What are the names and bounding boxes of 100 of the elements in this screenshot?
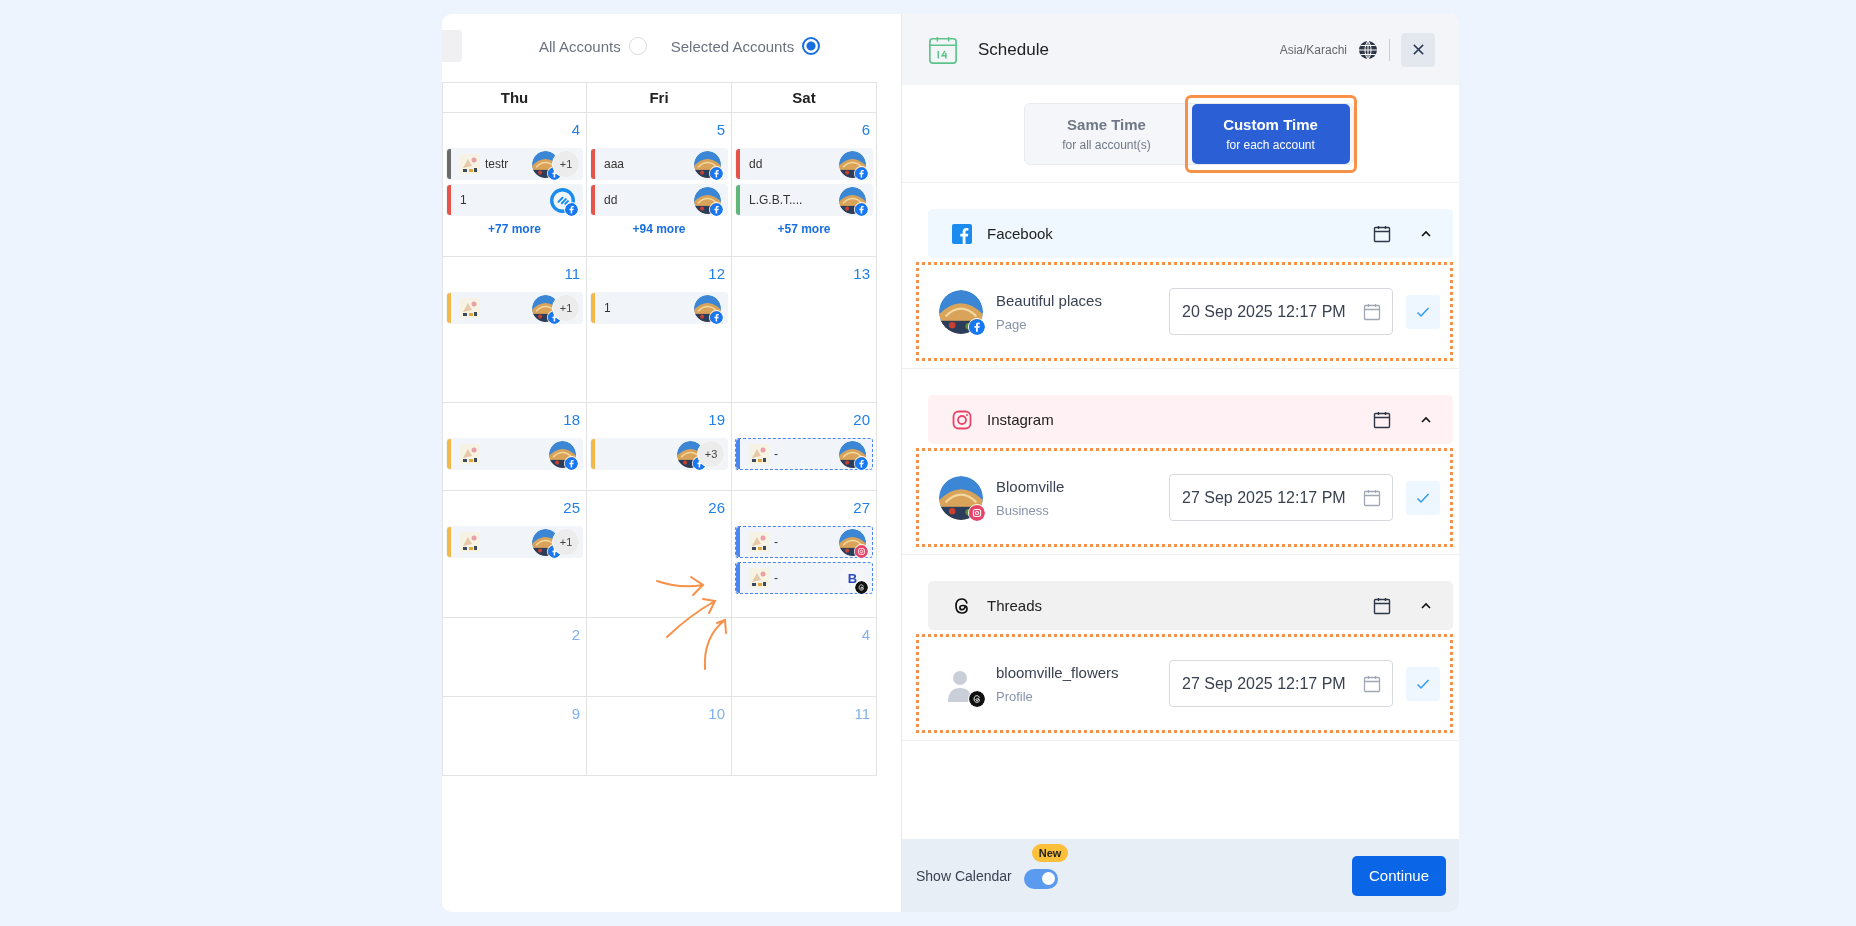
calendar-event[interactable]: - B	[735, 562, 873, 594]
timezone-label: Asia/Karachi	[1279, 42, 1347, 57]
date-time-field[interactable]: 27 Sep 2025 12:17 PM	[1169, 474, 1393, 521]
facebook-icon	[854, 165, 869, 181]
calendar-day-cell[interactable]: 20 -	[731, 403, 876, 491]
date-number: 4	[861, 625, 871, 645]
calendar-event[interactable]: aaa	[590, 148, 728, 180]
calendar-day-cell[interactable]: 11 +1	[442, 257, 586, 403]
calendar-day-cell[interactable]: 19 +3	[586, 403, 731, 491]
continue-button[interactable]: Continue	[1351, 855, 1446, 896]
account-type: Business	[996, 502, 1050, 518]
account-type: Profile	[996, 688, 1034, 704]
more-link[interactable]: +77 more	[487, 222, 541, 236]
date-number: 20	[853, 410, 871, 430]
calendar-icon[interactable]	[1372, 223, 1392, 244]
more-link[interactable]: +57 more	[777, 222, 831, 236]
extra-count: +1	[552, 528, 580, 556]
calendar-day-cell[interactable]	[586, 618, 731, 697]
extra-count: +1	[552, 150, 580, 178]
more-link[interactable]: +94 more	[632, 222, 686, 236]
facebook-icon	[854, 455, 869, 471]
account-name: Beautiful places	[996, 291, 1102, 309]
event-title: dd	[749, 157, 763, 171]
date-number: 25	[563, 498, 581, 518]
date-number: 27	[853, 498, 871, 518]
threads-icon	[968, 689, 986, 708]
calendar-icon	[928, 34, 958, 65]
calendar-day-cell[interactable]: 5 aaa dd +94 more	[586, 113, 731, 257]
toggle-switch[interactable]	[1023, 868, 1058, 889]
facebook-icon	[968, 317, 986, 336]
calendar-day-cell[interactable]: 4 testr +1 1 +77 more	[442, 113, 586, 257]
date-number: 5	[716, 120, 726, 140]
calendar-icon[interactable]	[1372, 595, 1392, 616]
platform-name: Facebook	[987, 225, 1053, 242]
globe-icon[interactable]	[1358, 39, 1378, 60]
calendar-event[interactable]: dd	[590, 184, 728, 216]
calendar-event[interactable]: +1	[446, 526, 583, 558]
account-name: Bloomville	[996, 477, 1065, 495]
extra-count: +1	[552, 294, 580, 322]
calendar-day-cell[interactable]: 6 dd L.G.B.T.... +57 more	[731, 113, 876, 257]
date-number: 11	[854, 704, 871, 724]
calendar-icon	[1362, 673, 1382, 694]
account-type: Page	[996, 316, 1028, 332]
date-number: 11	[564, 264, 581, 284]
calendar-event[interactable]: testr +1	[446, 148, 583, 180]
panel-title: Schedule	[978, 39, 1049, 60]
date-number: 26	[708, 498, 726, 518]
close-icon	[1411, 43, 1425, 56]
event-title: -	[774, 447, 778, 461]
day-header: Thu	[442, 83, 586, 113]
date-number: 12	[708, 264, 726, 284]
date-number: 18	[563, 410, 581, 430]
account-filter-option[interactable]: All Accounts	[539, 37, 647, 55]
event-title: dd	[604, 193, 618, 207]
time-mode-tab[interactable]: Same Time for all account(s)	[1027, 103, 1186, 164]
calendar-event[interactable]: 1	[446, 184, 583, 216]
calendar-day-cell[interactable]: 13	[731, 257, 876, 403]
event-title: aaa	[604, 157, 625, 171]
facebook-icon	[952, 223, 972, 244]
time-mode-tab[interactable]: Custom Time for each account	[1191, 103, 1350, 164]
account-filter-option[interactable]: Selected Accounts	[670, 37, 821, 55]
date-number: 10	[708, 704, 726, 724]
date-time-field[interactable]: 20 Sep 2025 12:17 PM	[1169, 288, 1393, 335]
facebook-icon	[709, 309, 724, 325]
calendar-icon[interactable]	[1372, 409, 1392, 430]
event-title: 1	[460, 193, 467, 207]
day-header: Sat	[731, 83, 876, 113]
facebook-icon	[854, 201, 869, 217]
date-number: 13	[853, 264, 871, 284]
close-button[interactable]	[1401, 32, 1435, 67]
calendar-event[interactable]: +3	[590, 438, 728, 470]
calendar-icon	[1362, 301, 1382, 322]
platform-name: Threads	[987, 597, 1043, 614]
facebook-icon	[564, 201, 579, 217]
radio-button[interactable]	[802, 37, 821, 55]
event-title: L.G.B.T....	[749, 193, 803, 207]
calendar-event[interactable]: -	[735, 526, 873, 558]
calendar-event[interactable]: +1	[446, 292, 583, 324]
calendar-day-cell[interactable]: 12 1	[586, 257, 731, 403]
event-title: testr	[485, 157, 509, 171]
calendar-icon	[1362, 487, 1382, 508]
calendar-event[interactable]: -	[735, 438, 873, 470]
facebook-icon	[564, 455, 579, 471]
date-number: 19	[708, 410, 726, 430]
event-title: 1	[604, 301, 611, 315]
date-time-field[interactable]: 27 Sep 2025 12:17 PM	[1169, 660, 1393, 707]
event-title: -	[774, 535, 778, 549]
calendar-day-cell[interactable]: 27 - - B	[731, 491, 876, 618]
instagram-icon	[952, 409, 972, 430]
calendar-event[interactable]	[446, 438, 583, 470]
account-name: bloomville_flowers	[996, 663, 1119, 681]
calendar-event[interactable]: L.G.B.T....	[735, 184, 873, 216]
calendar-event[interactable]: 1	[590, 292, 728, 324]
event-title: -	[774, 571, 778, 585]
new-badge: New	[1031, 843, 1069, 862]
calendar-day-cell[interactable]: 25 +1	[442, 491, 586, 618]
calendar-event[interactable]: dd	[735, 148, 873, 180]
calendar-day-cell[interactable]: 18	[442, 403, 586, 491]
calendar-day-cell[interactable]: 26	[586, 491, 731, 618]
toggle-label: Show Calendar	[916, 867, 1012, 884]
